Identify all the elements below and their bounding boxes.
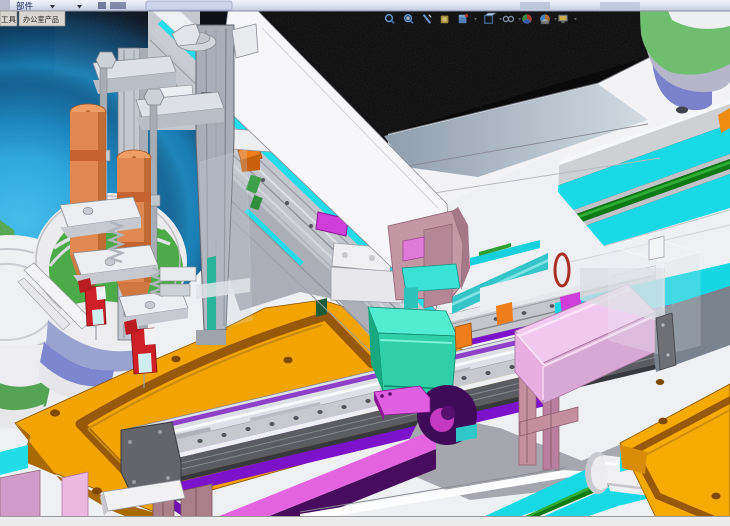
svg-text:办公室产品: 办公室产品	[23, 15, 59, 24]
svg-text:工具: 工具	[1, 15, 16, 24]
svg-text:部件: 部件	[16, 1, 34, 11]
